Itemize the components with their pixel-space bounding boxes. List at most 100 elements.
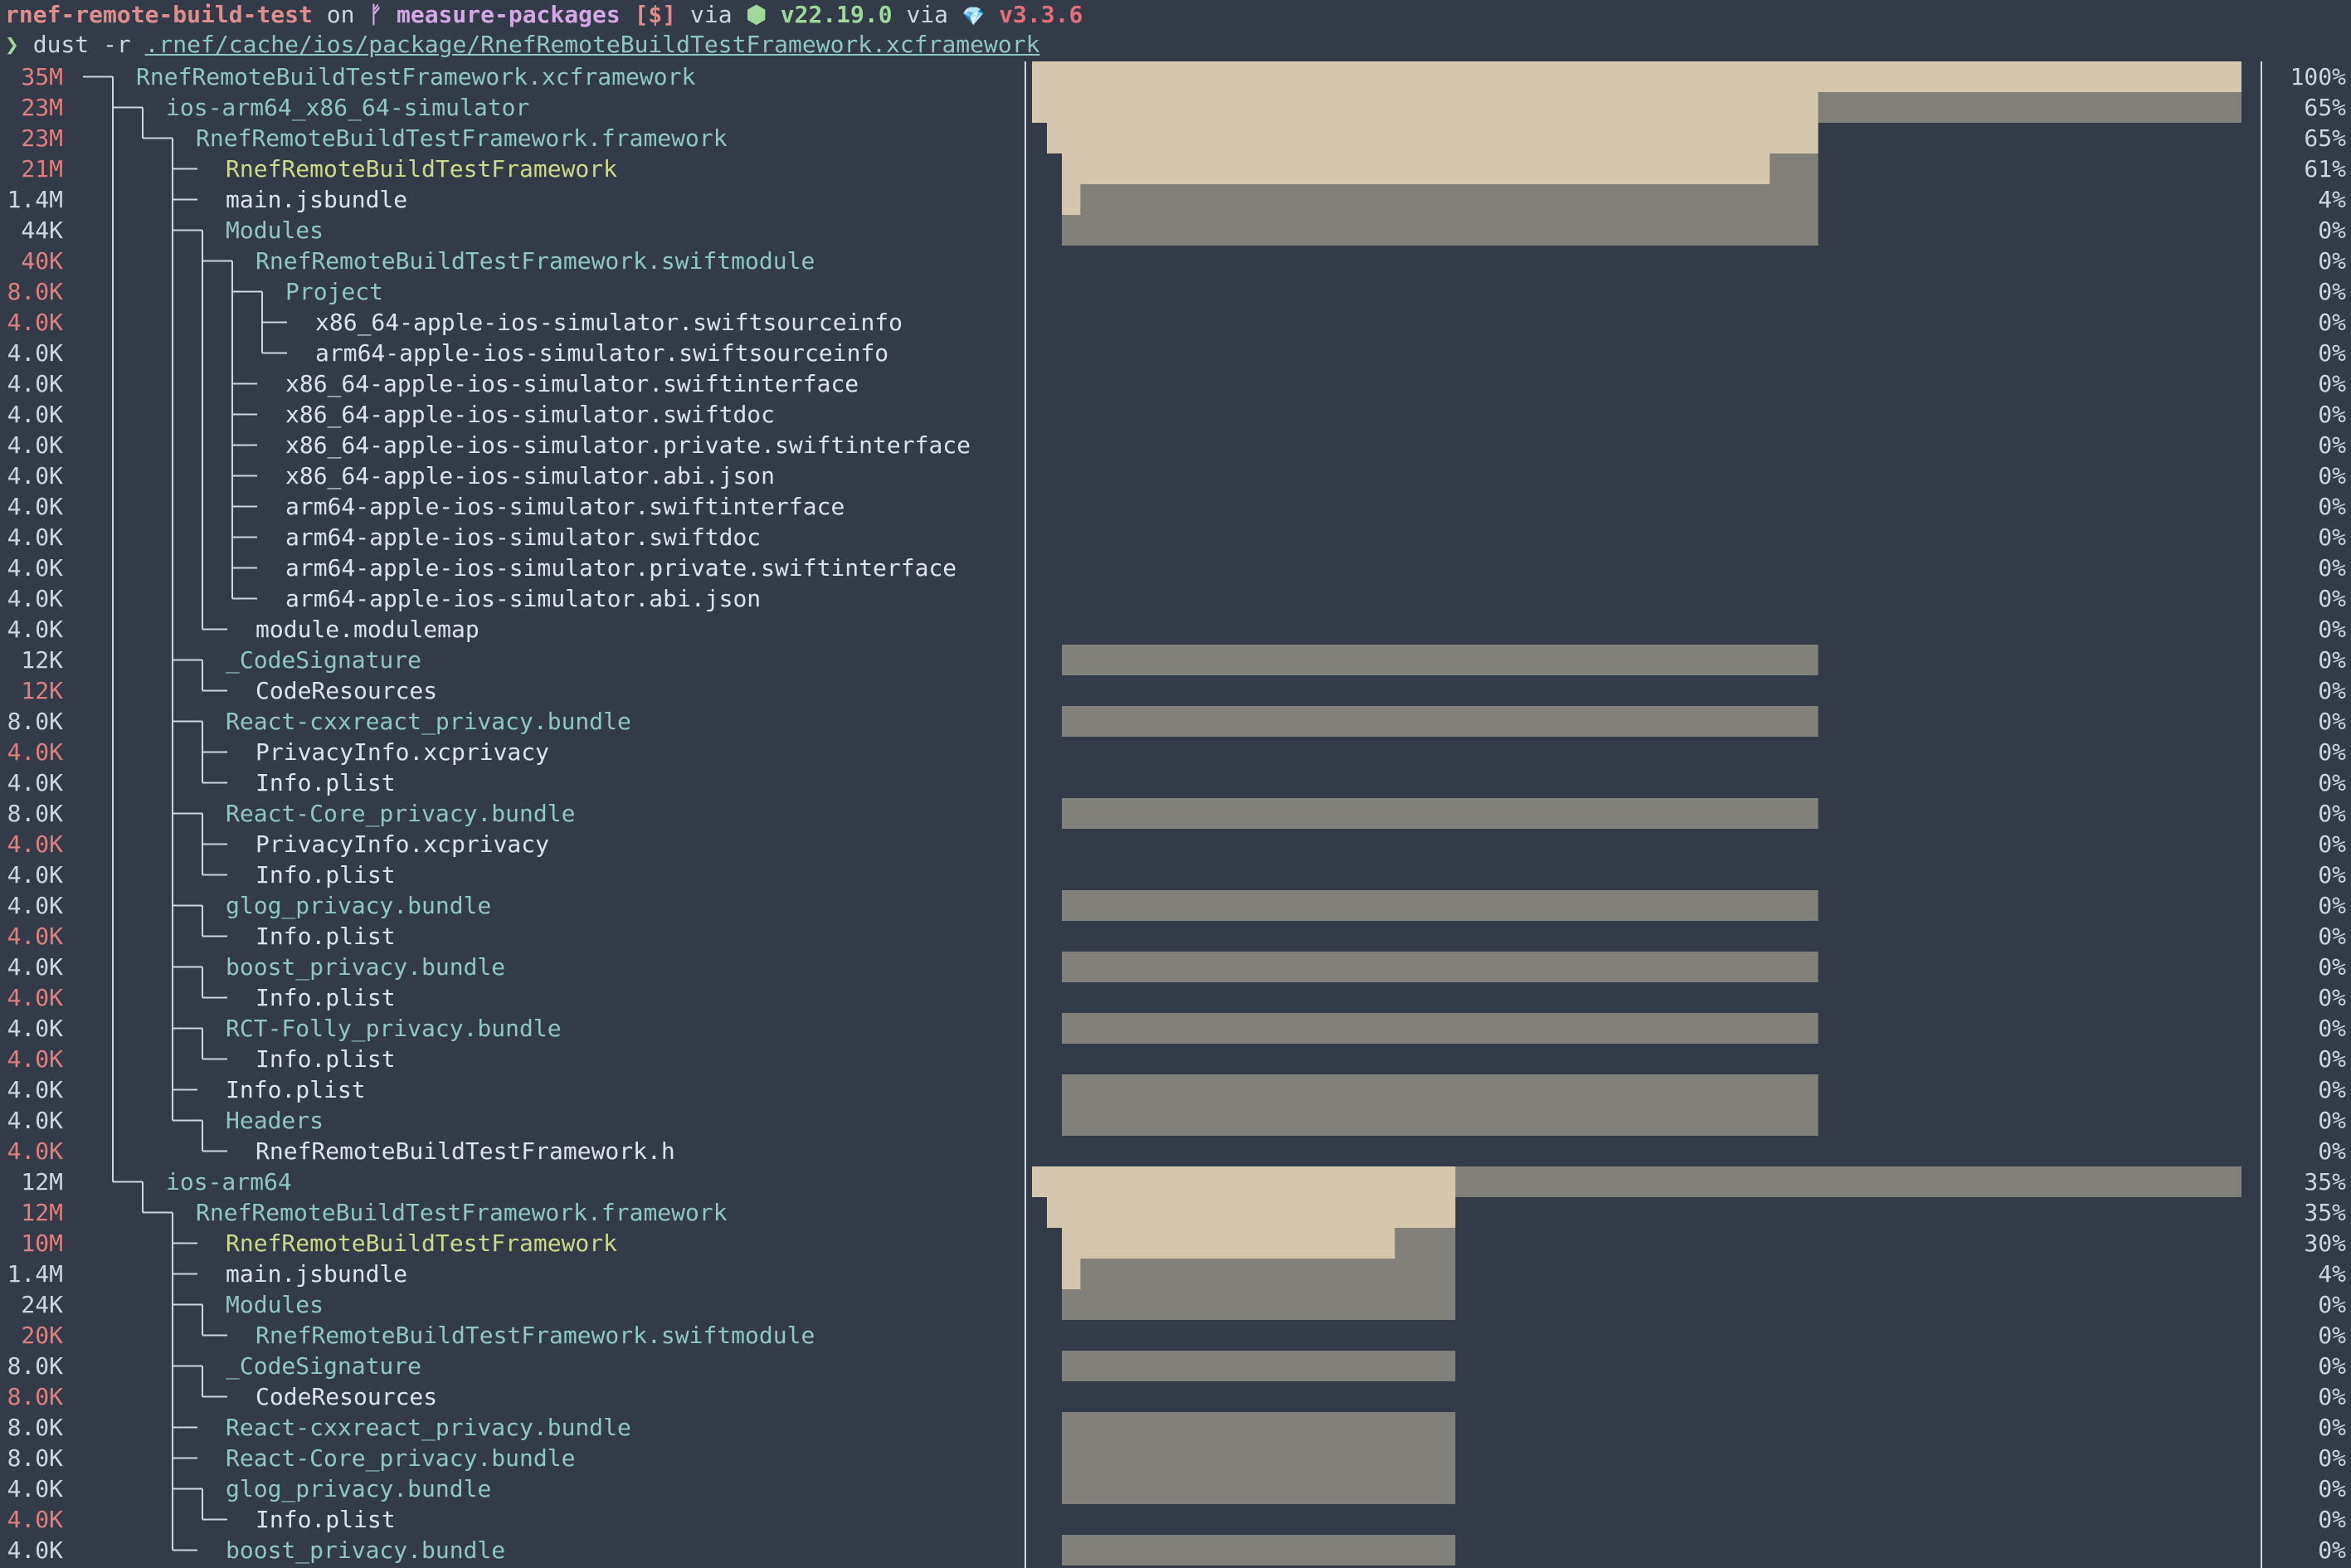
row-percent: 0% — [2318, 984, 2346, 1011]
row-size: 4.0K — [7, 554, 63, 582]
row-percent: 0% — [2318, 1322, 2346, 1349]
tree-row: 10M RnefRemoteBuildTestFramework 30% — [0, 1228, 2351, 1259]
row-name: React-cxxreact_privacy.bundle — [226, 708, 631, 735]
row-size: 4.0K — [7, 1107, 63, 1134]
row-size: 4.0K — [7, 1137, 63, 1165]
terminal-window[interactable]: rnef-remote-build-test on ᚠ measure-pack… — [0, 0, 2351, 1568]
row-name: Info.plist — [256, 769, 396, 796]
row-size: 4.0K — [7, 585, 63, 612]
tree-row: 23M ios-arm64_x86_64-simulator 65% — [0, 92, 2351, 123]
row-name: CodeResources — [256, 1383, 438, 1410]
row-name: RnefRemoteBuildTestFramework.framework — [196, 1199, 728, 1226]
row-size: 4.0K — [7, 1475, 63, 1502]
row-size: 4.0K — [7, 1536, 63, 1564]
row-percent: 100% — [2290, 63, 2346, 90]
row-size: 40K — [21, 247, 63, 275]
tree-row: 4.0K Headers 0% — [0, 1105, 2351, 1136]
row-size: 1.4M — [7, 186, 63, 213]
row-name: ios-arm64 — [166, 1168, 292, 1195]
tree-row: 4.0K x86_64-apple-ios-simulator.swiftinte… — [0, 368, 2351, 399]
row-percent: 0% — [2318, 1137, 2346, 1165]
row-percent: 4% — [2318, 1260, 2346, 1288]
row-percent: 0% — [2318, 462, 2346, 489]
row-size: 4.0K — [7, 1506, 63, 1533]
row-percent: 0% — [2318, 1506, 2346, 1533]
row-name: boost_privacy.bundle — [226, 1536, 506, 1564]
row-name: Info.plist — [256, 1045, 396, 1073]
row-percent: 0% — [2318, 431, 2346, 459]
tree-row: 4.0K Info.plist 0% — [0, 1044, 2351, 1074]
tree-row: 44K Modules 0% — [0, 215, 2351, 246]
row-size: 4.0K — [7, 493, 63, 520]
row-percent: 0% — [2318, 217, 2346, 244]
tree-row: 8.0K React-cxxreact_privacy.bundle 0% — [0, 1412, 2351, 1443]
row-percent: 0% — [2318, 1107, 2346, 1134]
row-size: 4.0K — [7, 431, 63, 459]
row-size: 4.0K — [7, 1045, 63, 1073]
tree-row: 4.0K Info.plist 0% — [0, 767, 2351, 798]
row-name: _CodeSignature — [226, 646, 422, 674]
row-percent: 65% — [2304, 94, 2346, 121]
tree-row: 4.0K x86_64-apple-ios-simulator.abi.json 0… — [0, 460, 2351, 491]
row-name: arm64-apple-ios-simulator.abi.json — [285, 585, 762, 612]
row-size: 4.0K — [7, 892, 63, 919]
tree-row: 8.0K React-Core_privacy.bundle 0% — [0, 1443, 2351, 1473]
row-percent: 0% — [2318, 708, 2346, 735]
row-size: 4.0K — [7, 1015, 63, 1042]
row-name: main.jsbundle — [226, 1260, 408, 1288]
row-name: x86_64-apple-ios-simulator.private.swift… — [285, 431, 971, 459]
row-size: 12M — [21, 1199, 63, 1226]
tree-row: 8.0K _CodeSignature 0% — [0, 1351, 2351, 1381]
row-percent: 0% — [2318, 339, 2346, 367]
tree-row: 4.0K glog_privacy.bundle 0% — [0, 890, 2351, 921]
tree-row: 20K RnefRemoteBuildTestFramework.swiftmod… — [0, 1320, 2351, 1351]
tree-row: 12K CodeResources 0% — [0, 675, 2351, 706]
row-size: 12K — [21, 646, 63, 674]
tree-row: 8.0K React-Core_privacy.bundle 0% — [0, 798, 2351, 829]
row-name: boost_privacy.bundle — [226, 953, 506, 981]
row-size: 8.0K — [7, 708, 63, 735]
tree-row: 4.0K RCT-Folly_privacy.bundle 0% — [0, 1013, 2351, 1044]
row-name: Info.plist — [256, 984, 396, 1011]
tree-row: 12K _CodeSignature 0% — [0, 645, 2351, 675]
row-percent: 0% — [2318, 923, 2346, 950]
row-percent: 4% — [2318, 186, 2346, 213]
row-size: 1.4M — [7, 1260, 63, 1288]
row-size: 4.0K — [7, 953, 63, 981]
tree-row: 4.0K x86_64-apple-ios-simulator.swiftdoc 0… — [0, 399, 2351, 430]
tree-row: 35M RnefRemoteBuildTestFramework.xcframew… — [0, 61, 2351, 92]
row-size: 35M — [21, 63, 63, 90]
tree-row: 4.0K arm64-apple-ios-simulator.swiftinter… — [0, 491, 2351, 522]
tree-row: 12M RnefRemoteBuildTestFramework.framewor… — [0, 1197, 2351, 1228]
row-size: 20K — [21, 1322, 63, 1349]
row-name: glog_privacy.bundle — [226, 892, 492, 919]
tree-row: 4.0K arm64-apple-ios-simulator.abi.json 0% — [0, 583, 2351, 614]
row-size: 4.0K — [7, 738, 63, 766]
row-name: x86_64-apple-ios-simulator.swiftdoc — [285, 401, 776, 428]
row-size: 8.0K — [7, 1414, 63, 1441]
row-size: 23M — [21, 124, 63, 152]
row-percent: 0% — [2318, 1536, 2346, 1564]
row-name: module.modulemap — [256, 616, 479, 643]
row-percent: 0% — [2318, 523, 2346, 551]
row-size: 24K — [21, 1291, 63, 1318]
row-name: Info.plist — [226, 1076, 366, 1103]
tree-row: 4.0K x86_64-apple-ios-simulator.private.s… — [0, 430, 2351, 460]
row-name: React-Core_privacy.bundle — [226, 800, 576, 827]
tree-row: 4.0K PrivacyInfo.xcprivacy 0% — [0, 737, 2351, 767]
row-size: 21M — [21, 155, 63, 183]
row-name: ios-arm64_x86_64-simulator — [166, 94, 530, 121]
row-name: RCT-Folly_privacy.bundle — [226, 1015, 562, 1042]
row-percent: 0% — [2318, 1414, 2346, 1441]
row-size: 10M — [21, 1230, 63, 1257]
row-percent: 0% — [2318, 830, 2346, 858]
row-name: RnefRemoteBuildTestFramework.framework — [196, 124, 728, 152]
row-name: glog_privacy.bundle — [226, 1475, 492, 1502]
row-percent: 0% — [2318, 247, 2346, 275]
row-name: Info.plist — [256, 923, 396, 950]
row-size: 4.0K — [7, 370, 63, 397]
row-size: 4.0K — [7, 309, 63, 336]
row-percent: 35% — [2304, 1199, 2346, 1226]
tree-row: 4.0K glog_privacy.bundle 0% — [0, 1473, 2351, 1504]
row-size: 4.0K — [7, 769, 63, 796]
